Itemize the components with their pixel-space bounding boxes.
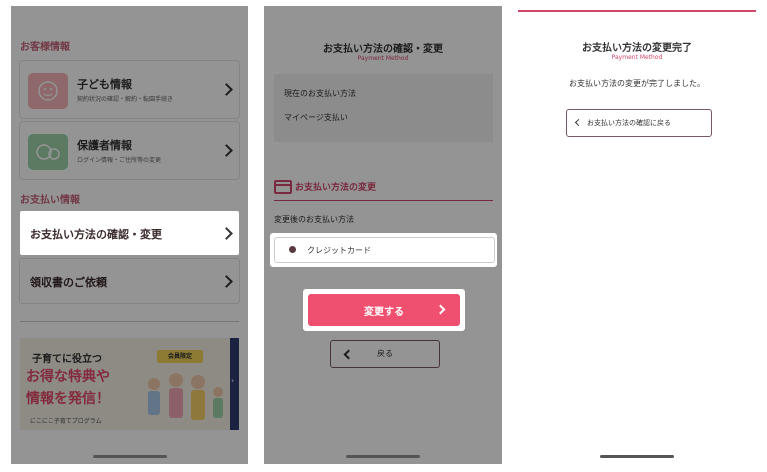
current-method-label: 現在のお支払い方法	[284, 89, 356, 98]
receipt-menu-item[interactable]: 領収書のご依頼	[20, 259, 239, 303]
return-button-label: お支払い方法の確認に戻る	[587, 119, 671, 127]
payment-method-menu-item[interactable]: お支払い方法の確認・変更	[20, 211, 239, 255]
chevron-right-icon	[220, 227, 233, 240]
return-to-payment-button[interactable]: お支払い方法の確認に戻る	[566, 109, 712, 137]
members-only-flag: 会員限定	[157, 350, 203, 363]
current-method-box: 現在のお支払い方法 マイページ支払い	[274, 74, 493, 142]
payment-method-label: お支払い方法の確認・変更	[30, 228, 162, 241]
header-accent-line	[518, 10, 756, 12]
chevron-right-icon	[220, 275, 233, 288]
guardian-info-card[interactable]: 保護者情報 ログイン情報・ご住所等の変更	[20, 122, 239, 179]
payment-info-heading: お支払い情報	[20, 195, 80, 206]
complete-message: お支払い方法の変更が完了しました。	[569, 79, 705, 88]
change-section-heading: お支払い方法の変更	[274, 176, 493, 201]
banner-program-name: にこにこ子育てプログラム	[30, 418, 102, 425]
home-indicator	[92, 455, 167, 458]
chevron-left-icon	[574, 118, 583, 127]
back-button[interactable]: 戻る	[330, 340, 440, 368]
promo-banner[interactable]: 子育てに役立つ お得な特典や 情報を発信！ にこにこ子育てプログラム 会員限定 …	[20, 338, 239, 430]
chevron-right-icon	[220, 144, 233, 157]
chevron-right-icon	[220, 83, 233, 96]
page-subtitle: Payment Method	[357, 55, 409, 62]
complete-subtitle: Payment Method	[611, 54, 663, 61]
child-info-title: 子ども情報	[77, 78, 132, 91]
divider	[20, 321, 239, 322]
change-complete-screen: お支払い方法の変更完了 Payment Method お支払い方法の変更が完了し…	[518, 6, 756, 464]
account-menu-screen: お客様情報 子ども情報 契約状況の確認・解約・転園手続き 保護者情報 ログイン情…	[11, 6, 248, 464]
child-info-subtitle: 契約状況の確認・解約・転園手続き	[77, 96, 174, 103]
banner-line-3: 情報を発信！	[26, 391, 110, 407]
family-illustration	[148, 373, 223, 420]
credit-card-icon	[274, 180, 292, 194]
chevron-right-icon: ›	[231, 376, 235, 385]
new-method-label: 変更後のお支払い方法	[274, 215, 354, 224]
guardian-face-icon	[28, 134, 68, 170]
change-button[interactable]: 変更する	[308, 294, 460, 326]
page-title: お支払い方法の確認・変更	[323, 44, 443, 55]
banner-line-1: 子育てに役立つ	[32, 354, 102, 365]
customer-info-heading: お客様情報	[20, 42, 70, 53]
banner-next-button[interactable]: ›	[230, 338, 239, 430]
back-button-label: 戻る	[377, 349, 393, 358]
payment-method-screen: お支払い方法の確認・変更 Payment Method 現在のお支払い方法 マイ…	[264, 6, 502, 464]
receipt-label: 領収書のご依頼	[30, 276, 107, 289]
current-method-value: マイページ支払い	[284, 113, 348, 122]
complete-title: お支払い方法の変更完了	[582, 43, 692, 54]
home-indicator	[346, 455, 420, 458]
change-heading-label: お支払い方法の変更	[295, 183, 377, 193]
child-info-card[interactable]: 子ども情報 契約状況の確認・解約・転園手続き	[20, 61, 239, 118]
guardian-info-subtitle: ログイン情報・ご住所等の変更	[77, 157, 162, 164]
guardian-info-title: 保護者情報	[77, 139, 132, 152]
credit-card-option-label: クレジットカード	[307, 246, 371, 255]
credit-card-option[interactable]: クレジットカード	[274, 237, 495, 263]
banner-line-2: お得な特典や	[26, 369, 110, 385]
child-face-icon	[28, 73, 68, 109]
radio-selected-icon	[289, 246, 296, 253]
home-indicator	[600, 455, 674, 458]
